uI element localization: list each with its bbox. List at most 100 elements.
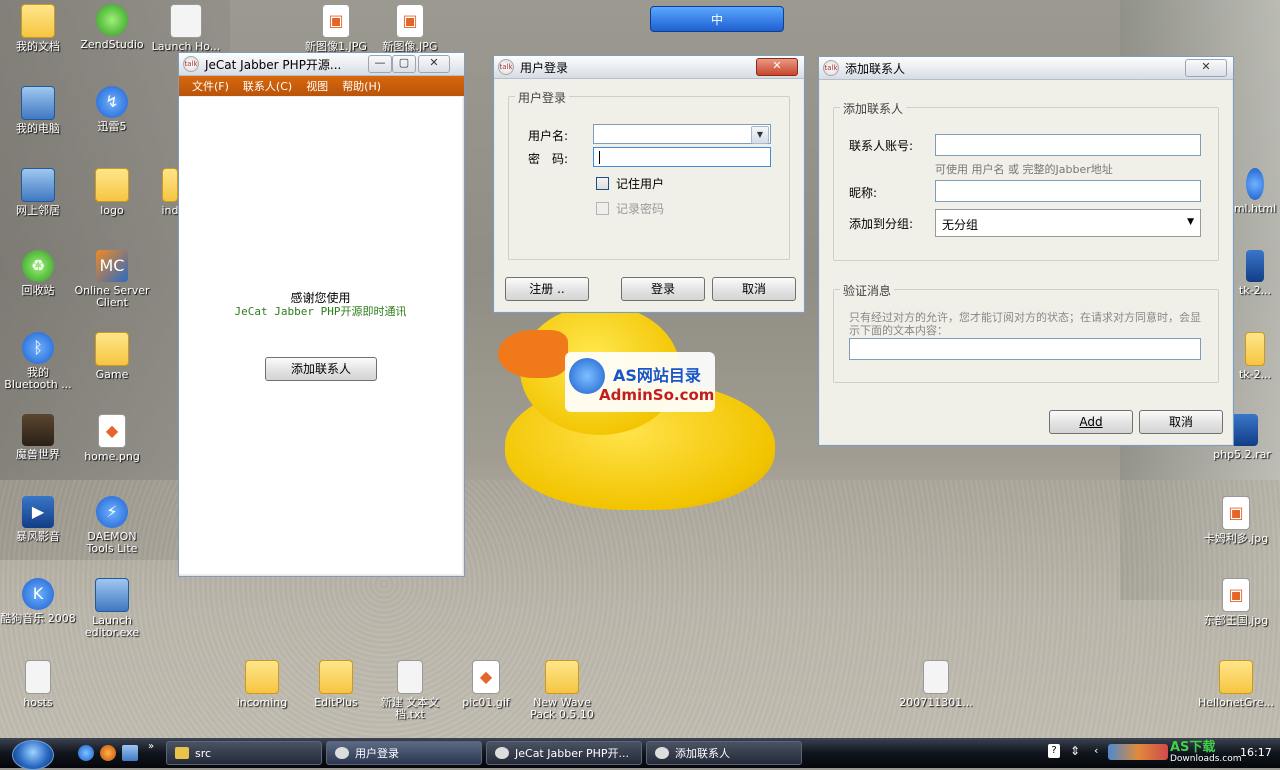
desktop-icon-my-documents[interactable]: 我的文档 [0, 4, 76, 53]
quicklaunch-overflow-icon[interactable]: » [148, 741, 154, 752]
menu-help[interactable]: 帮助(H) [342, 78, 381, 94]
group-select-value: 无分组 [942, 218, 979, 232]
desktop-icon-daemon-tools[interactable]: ⚡ DAEMON Tools Lite [74, 496, 150, 555]
add-button[interactable]: Add [1049, 410, 1133, 434]
verify-hint: 只有经过对方的允许，您才能订阅对方的状态；在请求对方同意时，会显示下面的文本内容… [849, 311, 1201, 337]
login-window[interactable]: talk 用户登录 ✕ 用户登录 用户名: ▼ 密 码: 记住用户 记录密码 注… [493, 55, 805, 313]
desktop-icon-200711301[interactable]: 200711301... [898, 660, 974, 709]
close-button[interactable]: ✕ [756, 58, 798, 76]
firefox-quicklaunch-icon[interactable] [100, 745, 116, 761]
desktop-icon-online-server-client[interactable]: MC Online Server Client [74, 250, 150, 309]
chevron-down-icon[interactable]: ▼ [751, 126, 769, 144]
start-button[interactable] [12, 740, 54, 770]
tray-icons[interactable] [1108, 744, 1168, 760]
cancel-button[interactable]: 取消 [712, 277, 796, 301]
maximize-button[interactable]: ▢ [392, 55, 416, 73]
remember-password-checkbox[interactable] [596, 202, 609, 215]
window-icon [170, 4, 202, 38]
password-field[interactable] [593, 147, 771, 167]
clock[interactable]: 16:17 [1240, 746, 1272, 759]
file-icon [25, 660, 51, 694]
browser-quicklaunch-icon[interactable] [78, 745, 94, 761]
tray-expand-icon[interactable]: ‹ [1094, 744, 1098, 757]
folder-icon [245, 660, 279, 694]
desktop-icon-zendstudio[interactable]: ZendStudio [74, 4, 150, 51]
chevron-down-icon: ▼ [1187, 217, 1194, 227]
desktop-icon-kamlido-jpg[interactable]: ▣ 卡姆利多.jpg [1198, 496, 1274, 545]
nickname-input[interactable] [935, 180, 1201, 202]
desktop-icon-new-text[interactable]: 新建 文本文档.txt [372, 660, 448, 721]
main-window-body: 感谢您使用 JeCat Jabber PHP开源即时通讯 添加联系人 [179, 97, 462, 574]
taskbar-item-src[interactable]: src [166, 741, 322, 765]
recycle-bin-icon: ♻ [22, 250, 54, 282]
desktop-icon-recycle-bin[interactable]: ♻ 回收站 [0, 250, 76, 297]
desktop-icon-logo-folder[interactable]: logo [74, 168, 150, 217]
desktop-icon-new-wave[interactable]: New Wave Pack 0.5.10 [524, 660, 600, 721]
desktop-icon-home-png[interactable]: ◆ home.png [74, 414, 150, 463]
editor-icon [95, 578, 129, 612]
folder-icon [1219, 660, 1253, 694]
menu-contacts[interactable]: 联系人(C) [243, 78, 292, 94]
desktop-icon-tk-2[interactable]: tk-2... [1230, 332, 1280, 381]
desktop-icon-my-computer[interactable]: 我的电脑 [0, 86, 76, 135]
add-contact-window[interactable]: talk 添加联系人 ✕ 添加联系人 联系人账号: 可使用 用户名 或 完整的J… [818, 56, 1234, 446]
desktop-icon-east-kingdom-jpg[interactable]: ▣ 东部王国.jpg [1198, 578, 1274, 627]
text-file-icon [397, 660, 423, 694]
desktop-icon-launch-editor[interactable]: Launch editor.exe [74, 578, 150, 639]
folder-icon [95, 168, 129, 202]
help-icon[interactable]: ? [1048, 744, 1060, 758]
desktop-icon-game-folder[interactable]: Game [74, 332, 150, 381]
desktop-icon-hosts[interactable]: hosts [0, 660, 76, 709]
cancel-button[interactable]: 取消 [1139, 410, 1223, 434]
watermark-logo: AS网站目录 AdminSo.com [565, 352, 715, 412]
main-window-titlebar[interactable]: talk JeCat Jabber PHP开源... — ▢ ✕ [179, 53, 464, 76]
add-contact-titlebar[interactable]: talk 添加联系人 ✕ [819, 57, 1233, 80]
language-bar[interactable]: 中 [650, 6, 784, 32]
folder-icon [319, 660, 353, 694]
verify-message-input[interactable] [849, 338, 1201, 360]
desktop-icon-launch-ho[interactable]: Launch Ho... [150, 4, 222, 53]
username-label: 用户名: [528, 129, 569, 143]
media-player-icon: ▶ [22, 496, 54, 528]
taskbar-item-login[interactable]: 用户登录 [326, 741, 482, 765]
desktop-icon-image1[interactable]: ▣ 新图像1.JPG [298, 4, 374, 53]
desktop-quicklaunch-icon[interactable] [122, 745, 138, 761]
desktop-icon-editplus[interactable]: EditPlus [298, 660, 374, 709]
desktop-icon-pic01[interactable]: ◆ pic01.gif [448, 660, 524, 709]
desktop-icon-tk-1[interactable]: tk-2... [1230, 250, 1280, 297]
desktop-icon-hellonet[interactable]: HellonetGre... [1198, 660, 1274, 709]
desktop-icon-bluetooth[interactable]: ᛒ 我的 Bluetooth ... [0, 332, 76, 391]
desktop-icon-kugou[interactable]: K 酷狗音乐 2008 [0, 578, 76, 625]
close-button[interactable]: ✕ [418, 55, 450, 73]
menu-view[interactable]: 视图 [306, 78, 328, 94]
desktop-icon-ml-html[interactable]: ml.html [1230, 168, 1280, 215]
login-button[interactable]: 登录 [621, 277, 705, 301]
game-icon [22, 414, 54, 446]
wallpaper-duck-beak [498, 330, 568, 378]
desktop-icon-image[interactable]: ▣ 新图像.JPG [372, 4, 448, 53]
desktop-icon-storm-player[interactable]: ▶ 暴风影音 [0, 496, 76, 543]
taskbar-item-jecat[interactable]: JeCat Jabber PHP开... [486, 741, 642, 765]
jecat-main-window[interactable]: talk JeCat Jabber PHP开源... — ▢ ✕ 文件(F) 联… [178, 52, 465, 577]
app-icon [495, 747, 509, 759]
close-button[interactable]: ✕ [1185, 59, 1227, 77]
desktop-icon-wow[interactable]: 魔兽世界 [0, 414, 76, 461]
archive-icon [1246, 250, 1264, 282]
minimize-button[interactable]: — [368, 55, 392, 73]
remember-user-checkbox[interactable] [596, 177, 609, 190]
taskbar-item-add-contact[interactable]: 添加联系人 [646, 741, 802, 765]
username-combobox[interactable]: ▼ [593, 124, 771, 144]
register-button[interactable]: 注册 .. [505, 277, 589, 301]
tray-scroll-icon[interactable]: ⇕ [1070, 744, 1080, 758]
group-select[interactable]: 无分组 ▼ [935, 209, 1201, 237]
add-contact-title: 添加联系人 [845, 61, 906, 76]
desktop-icon-incoming[interactable]: incoming [224, 660, 300, 709]
tray-brand: AS下载 [1170, 740, 1216, 755]
desktop-icon-network[interactable]: 网上邻居 [0, 168, 76, 217]
account-input[interactable] [935, 134, 1201, 156]
menu-file[interactable]: 文件(F) [192, 78, 229, 94]
desktop-icon-thunder[interactable]: ↯ 迅雷5 [74, 86, 150, 133]
login-window-titlebar[interactable]: talk 用户登录 ✕ [494, 56, 804, 79]
add-contact-button[interactable]: 添加联系人 [265, 357, 377, 381]
image-file-icon: ◆ [472, 660, 500, 694]
